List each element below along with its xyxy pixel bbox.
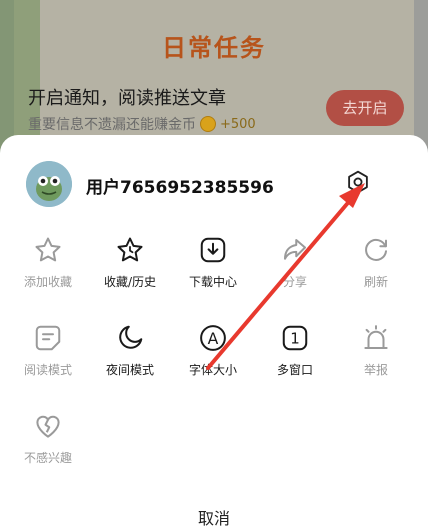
add-favorite-button[interactable]: 添加收藏 (5, 235, 91, 290)
download-icon (200, 237, 226, 263)
broken-heart-icon (36, 415, 60, 438)
multi-window-button[interactable]: 1 多窗口 (252, 323, 338, 378)
refresh-button[interactable]: 刷新 (333, 235, 419, 290)
download-center-label: 下载中心 (188, 275, 237, 289)
favorites-history-button[interactable]: 收藏/历史 (87, 235, 173, 290)
username: 用户7656952385596 (86, 178, 274, 198)
share-icon (284, 239, 306, 260)
star-history-icon (117, 237, 143, 262)
enable-notification-button: 去开启 (326, 90, 404, 126)
task-main-text: 开启通知，阅读推送文章 (28, 88, 226, 109)
font-size-icon: A (200, 325, 226, 351)
multi-window-count: 1 (290, 330, 300, 348)
share-label: 分享 (282, 275, 307, 289)
multi-window-label: 多窗口 (276, 363, 313, 377)
report-label: 举报 (363, 363, 388, 377)
reading-mode-button[interactable]: 阅读模式 (5, 323, 91, 378)
settings-gear-icon[interactable] (345, 169, 371, 195)
add-favorite-label: 添加收藏 (23, 275, 72, 289)
refresh-icon (365, 239, 387, 261)
multi-window-icon: 1 (282, 325, 308, 351)
night-mode-label: 夜间模式 (105, 363, 154, 377)
font-size-button[interactable]: A 字体大小 (170, 323, 256, 378)
moon-icon (119, 325, 143, 349)
cancel-button[interactable]: 取消 (0, 505, 428, 529)
font-size-label: 字体大小 (188, 363, 237, 377)
not-interested-label: 不感兴趣 (23, 451, 72, 465)
task-sub-label: 重要信息不遗漏还能赚金币 (28, 117, 196, 133)
avatar[interactable] (26, 161, 72, 207)
night-mode-button[interactable]: 夜间模式 (87, 323, 173, 378)
report-button[interactable]: 举报 (333, 323, 419, 378)
reading-mode-icon (35, 325, 61, 351)
download-center-button[interactable]: 下载中心 (170, 235, 256, 290)
action-bottom-sheet: 用户7656952385596 添加收藏 收藏/历史 下载中心 分享 刷新 阅读… (0, 135, 428, 532)
alarm-icon (364, 325, 388, 349)
not-interested-button[interactable]: 不感兴趣 (5, 411, 91, 466)
star-outline-icon (35, 237, 61, 262)
coin-value: +500 (220, 116, 256, 132)
reading-mode-label: 阅读模式 (23, 363, 72, 377)
favorites-history-label: 收藏/历史 (103, 275, 157, 289)
share-button[interactable]: 分享 (252, 235, 338, 290)
task-title: 日常任务 (162, 34, 266, 62)
coin-icon (200, 116, 216, 132)
font-size-glyph: A (208, 330, 219, 348)
refresh-label: 刷新 (363, 275, 388, 289)
task-subtext: 重要信息不遗漏还能赚金币 +500 (28, 114, 256, 134)
